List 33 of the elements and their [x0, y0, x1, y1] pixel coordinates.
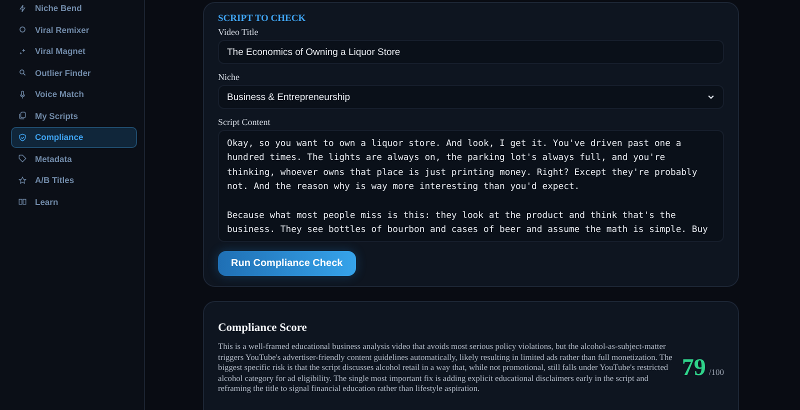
- sidebar-item[interactable]: Viral Remixer: [11, 20, 137, 40]
- book-icon: [18, 197, 27, 206]
- sidebar-item[interactable]: Niche Bend: [11, 0, 137, 18]
- documents-icon: [18, 111, 27, 120]
- tag-icon: [18, 154, 27, 164]
- shield-icon: [18, 132, 27, 142]
- sidebar-item[interactable]: My Scripts: [11, 106, 137, 126]
- sidebar-item[interactable]: A/B Titles: [11, 170, 137, 190]
- microphone-icon: [18, 90, 27, 99]
- result-heading: Compliance Score: [218, 322, 308, 334]
- sidebar-item[interactable]: Viral Magnet: [11, 41, 137, 62]
- circle-icon: [18, 25, 27, 34]
- sidebar-item[interactable]: Learn: [11, 192, 137, 212]
- score-max: /100: [708, 366, 724, 377]
- field-label: Video Title: [218, 27, 260, 37]
- star-icon: [18, 176, 27, 185]
- search-icon: [18, 68, 27, 78]
- sidebar-item[interactable]: Voice Match: [11, 84, 137, 104]
- run-check-button[interactable]: Run Compliance Check: [218, 251, 356, 276]
- title-input[interactable]: The Economics of Owning a Liquor Store: [218, 40, 724, 64]
- sidebar-item[interactable]: Outlier Finder: [11, 62, 137, 83]
- section-heading: SCRIPT TO CHECK: [218, 14, 307, 24]
- summary-text: This is a well-framed educational business analysis video that avoids most serious policy violations, but the alcohol-as-subject-matter triggers YouTube's advertiser-friendly content guidelines automatically, likely resulting in limited ads rather than full monetization. The biggest specific risk is that the script discusses alcohol retail in a way that, while not promotional, still falls under YouTube's restricted alcohol category for ad eligibility. The single most important fix is adding explicit educational disclaimers early in the script and reframing the title to signal financial education rather than lifestyle aspiration.: [218, 342, 674, 395]
- field-label: Niche: [218, 72, 240, 82]
- niche-dropdown[interactable]: Business & Entrepreneurship: [218, 85, 724, 109]
- bolt-icon: [18, 4, 27, 13]
- sidebar-item[interactable]: Compliance: [11, 127, 137, 148]
- script-textarea[interactable]: Okay, so you want to own a liquor store. And look, I get it. You've driven past one a hundred times. The lights are always on, the parking lot's always full, and you're thinking, whoever owns that place is just printing money. Right? Except they're probably not. And the reason why is way more interesting than you'd expect. Because what most people miss is this: they look at the product and think that's the business. They see bottles of bourbon and cases of beer and assume the math is simple. Buy: [218, 130, 724, 242]
- sidebar-item[interactable]: Metadata: [11, 148, 137, 169]
- field-label: Script Content: [218, 117, 272, 127]
- score-value: 79: [682, 354, 706, 382]
- sparkle-icon: [18, 46, 27, 56]
- chevron-down-icon: [707, 93, 715, 101]
